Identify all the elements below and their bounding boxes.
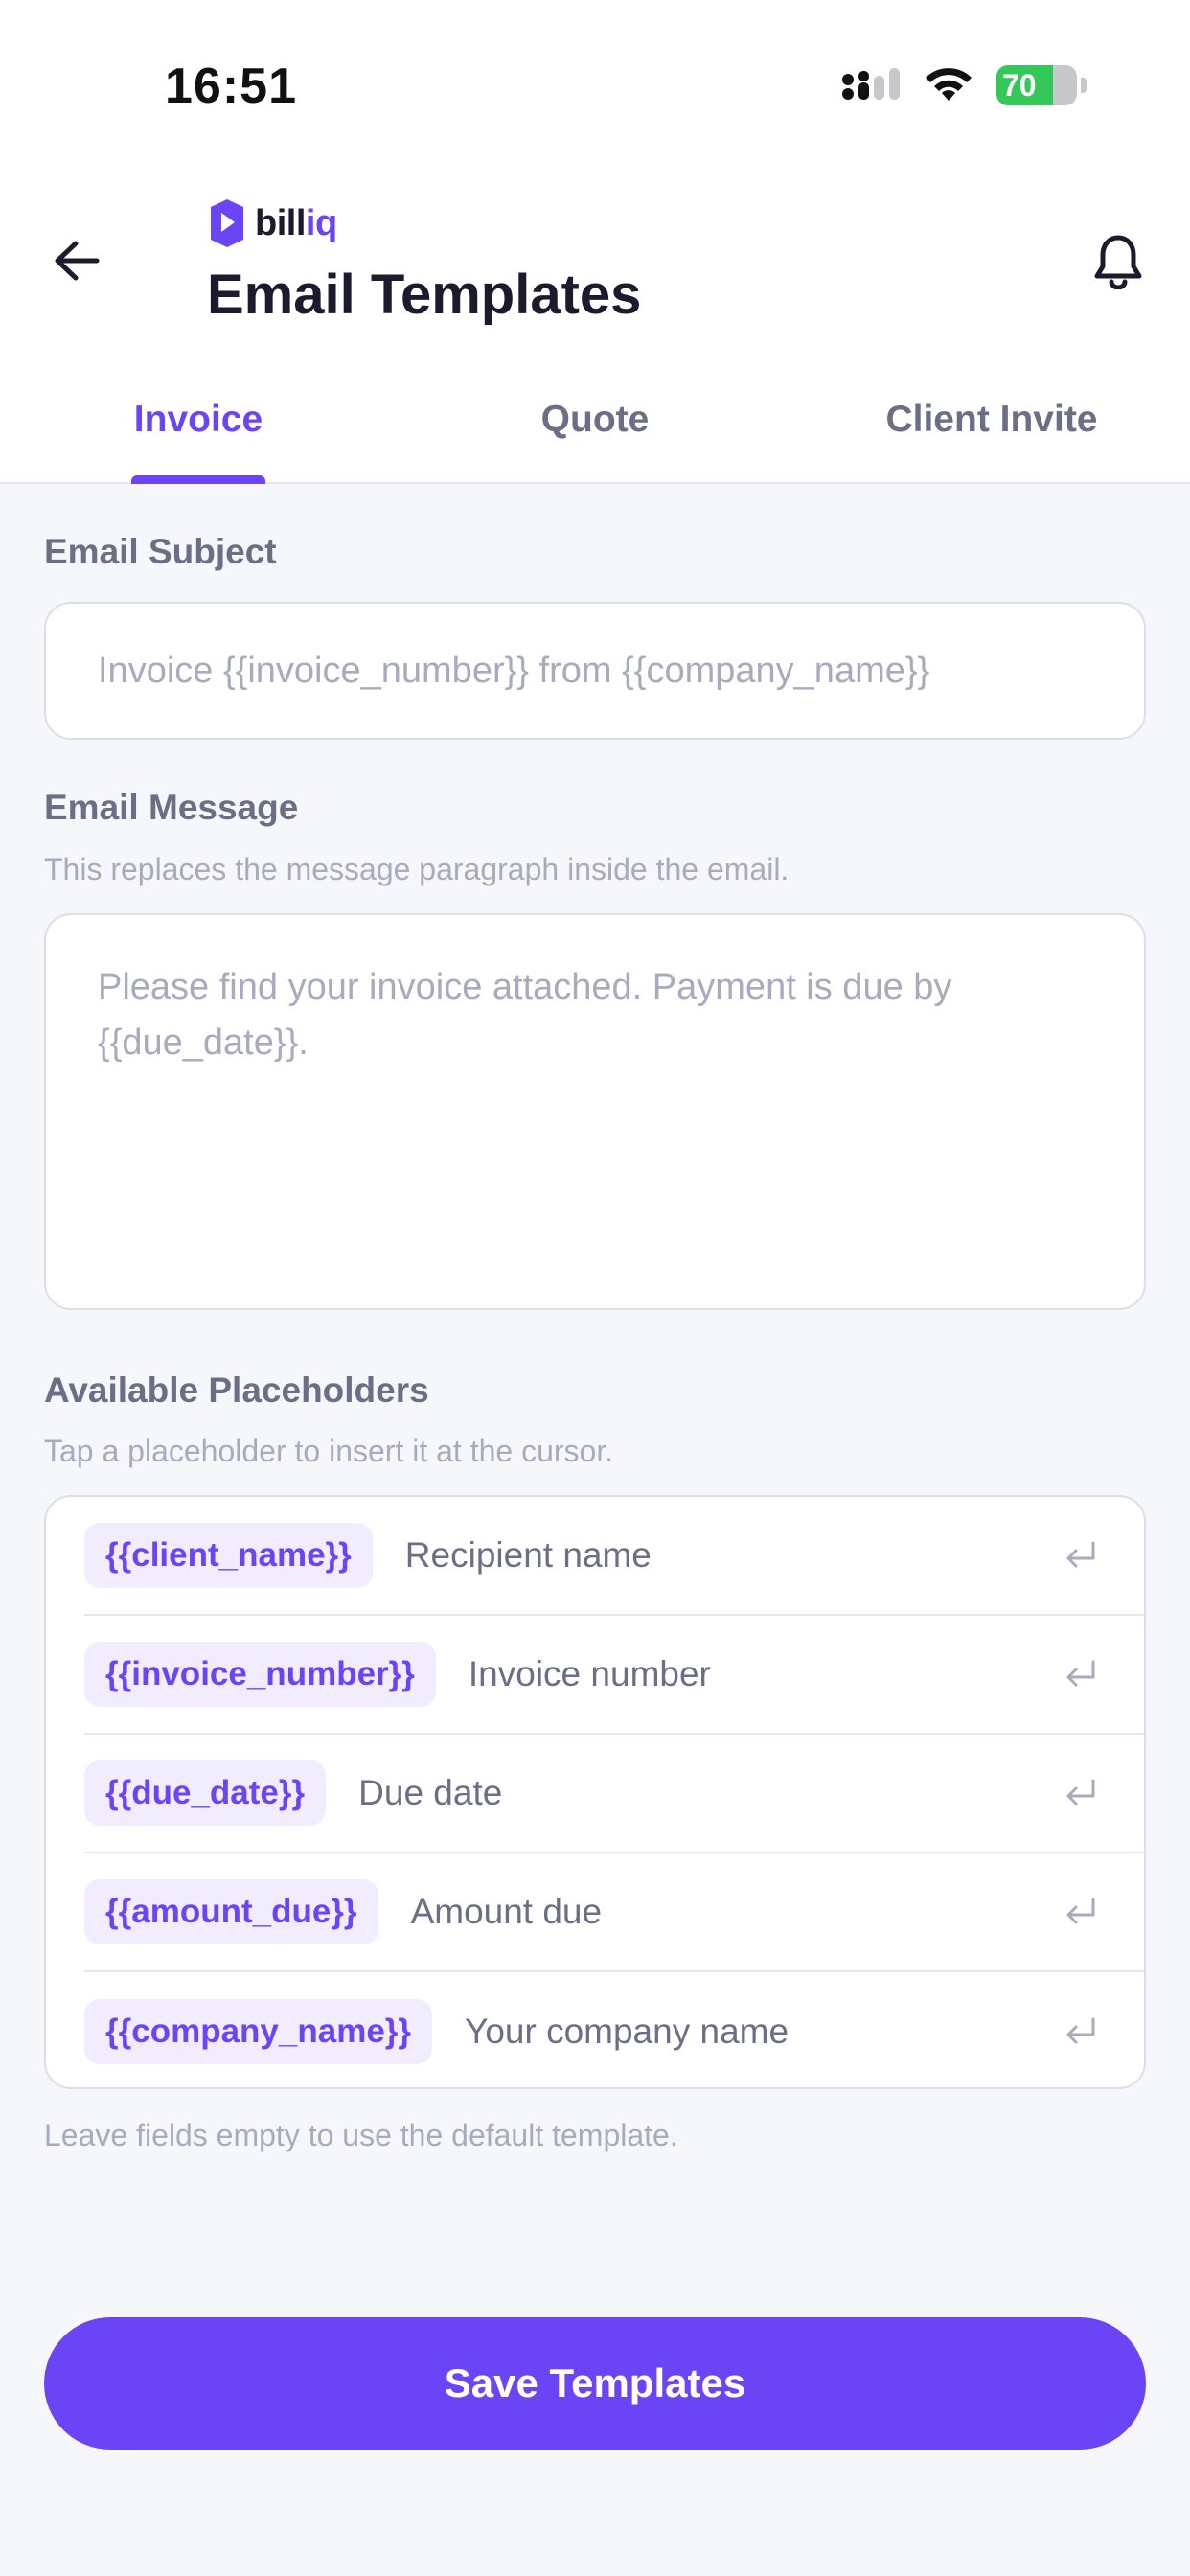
battery-tip	[1081, 78, 1087, 93]
placeholder-description: Recipient name	[404, 1535, 652, 1575]
placeholder-item-client-name[interactable]: {{client_name}} Recipient name	[84, 1497, 1144, 1616]
brand-logo: billiq	[207, 197, 337, 249]
placeholders-label: Available Placeholders	[44, 1370, 429, 1410]
placeholder-description: Your company name	[465, 2012, 790, 2051]
placeholder-list: {{client_name}} Recipient name {{invoice…	[44, 1495, 1146, 2089]
insert-return-icon	[1062, 1774, 1100, 1812]
brand-prefix: bill	[255, 202, 306, 243]
tab-label: Quote	[540, 399, 650, 440]
billiq-logo-icon	[211, 199, 243, 247]
placeholder-description: Amount due	[410, 1892, 603, 1931]
subject-input[interactable]	[44, 602, 1146, 740]
insert-return-icon	[1062, 1655, 1100, 1693]
placeholder-item-amount-due[interactable]: {{amount_due}} Amount due	[84, 1853, 1144, 1972]
brand-name: billiq	[255, 203, 337, 244]
bell-icon	[1094, 235, 1142, 289]
insert-return-icon	[1062, 1536, 1100, 1575]
placeholder-item-invoice-number[interactable]: {{invoice_number}} Invoice number	[84, 1616, 1144, 1735]
placeholder-chip: {{invoice_number}}	[84, 1642, 436, 1707]
subject-label: Email Subject	[44, 532, 277, 571]
placeholder-chip: {{client_name}}	[84, 1523, 373, 1588]
tab-label: Client Invite	[885, 399, 1098, 440]
insert-return-icon	[1062, 2012, 1100, 2051]
wifi-icon	[926, 68, 972, 101]
signal-icon	[842, 68, 900, 100]
tab-client-invite[interactable]: Client Invite	[793, 395, 1190, 484]
placeholder-description: Due date	[358, 1773, 503, 1812]
message-hint: This replaces the message paragraph insi…	[44, 852, 790, 886]
placeholder-chip: {{company_name}}	[84, 1999, 433, 2064]
app-header: billiq Email Templates Invoice Quote Cli…	[0, 172, 1190, 484]
placeholder-description: Invoice number	[468, 1654, 711, 1693]
default-template-hint: Leave fields empty to use the default te…	[44, 2118, 678, 2152]
placeholder-item-due-date[interactable]: {{due_date}} Due date	[84, 1735, 1144, 1853]
placeholder-item-company-name[interactable]: {{company_name}} Your company name	[84, 1972, 1144, 2087]
status-icons: 70	[841, 65, 1087, 105]
tab-invoice[interactable]: Invoice	[0, 395, 397, 484]
insert-return-icon	[1062, 1893, 1100, 1931]
back-button[interactable]	[48, 232, 105, 289]
message-label: Email Message	[44, 788, 299, 827]
placeholder-chip: {{amount_due}}	[84, 1879, 378, 1944]
page-title: Email Templates	[207, 264, 642, 326]
tab-quote[interactable]: Quote	[397, 395, 793, 484]
brand-suffix: iq	[305, 202, 337, 243]
template-tabs: Invoice Quote Client Invite	[0, 395, 1190, 484]
arrow-left-icon	[55, 241, 100, 281]
battery-level: 70	[1002, 67, 1037, 103]
battery-icon: 70	[996, 65, 1077, 105]
placeholders-hint: Tap a placeholder to insert it at the cu…	[44, 1434, 614, 1468]
status-bar: 16:51 70	[0, 0, 1190, 172]
status-time: 16:51	[165, 58, 297, 114]
notifications-button[interactable]	[1085, 228, 1152, 295]
tab-label: Invoice	[133, 399, 263, 440]
save-templates-button[interactable]: Save Templates	[44, 2317, 1146, 2450]
message-textarea[interactable]	[44, 913, 1146, 1310]
placeholder-chip: {{due_date}}	[84, 1760, 327, 1826]
